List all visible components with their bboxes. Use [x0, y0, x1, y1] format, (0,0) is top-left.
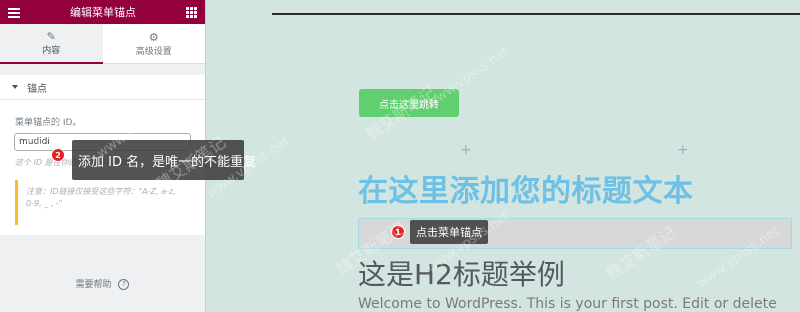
callout-text: 点击菜单锚点: [416, 226, 482, 239]
add-widget-plus-icon[interactable]: +: [677, 142, 689, 158]
panel-tabs: ✎ 内容 ⚙ 高级设置: [0, 24, 205, 64]
post-body-text[interactable]: Welcome to WordPress. This is your first…: [358, 296, 777, 312]
section-title: 锚点: [27, 83, 47, 95]
step-badge-1: 1: [391, 225, 405, 239]
divider-line: [272, 13, 800, 15]
jump-button[interactable]: 点击这里跳转: [359, 89, 459, 117]
add-widget-plus-icon[interactable]: +: [460, 142, 472, 158]
gear-icon: ⚙: [148, 30, 159, 44]
anchor-notice: 注意：ID链接仅接受这些字符："A-Z, a-z, 0-9, _ , -": [15, 180, 192, 225]
tab-advanced[interactable]: ⚙ 高级设置: [102, 24, 205, 64]
callout-click-anchor: 点击菜单锚点: [410, 220, 488, 244]
section-toggle[interactable]: 锚点: [0, 75, 205, 100]
hamburger-menu-icon[interactable]: [8, 7, 20, 18]
tab-content-label: 内容: [42, 46, 61, 56]
tab-content[interactable]: ✎ 内容: [0, 24, 103, 64]
callout-add-id: 添加 ID 名，是唯一的不能重复: [72, 140, 256, 180]
widgets-grid-icon[interactable]: [186, 6, 197, 18]
panel-header: 编辑菜单锚点: [0, 0, 205, 24]
tab-advanced-label: 高级设置: [135, 46, 172, 57]
pencil-icon: ✎: [46, 30, 56, 43]
help-link[interactable]: 需要帮助 ?: [0, 277, 205, 290]
panel-title: 编辑菜单锚点: [70, 6, 136, 19]
h2-heading[interactable]: 这是H2标题举例: [358, 253, 565, 293]
caret-down-icon: [12, 85, 18, 89]
step-badge-2: 2: [51, 148, 65, 162]
anchor-id-label: 菜单锚点的 ID。: [15, 118, 82, 128]
callout-text: 添加 ID 名，是唯一的不能重复: [78, 154, 257, 170]
page-heading[interactable]: 在这里添加您的标题文本: [358, 166, 694, 210]
help-label: 需要帮助: [75, 280, 112, 290]
question-icon: ?: [118, 279, 130, 290]
